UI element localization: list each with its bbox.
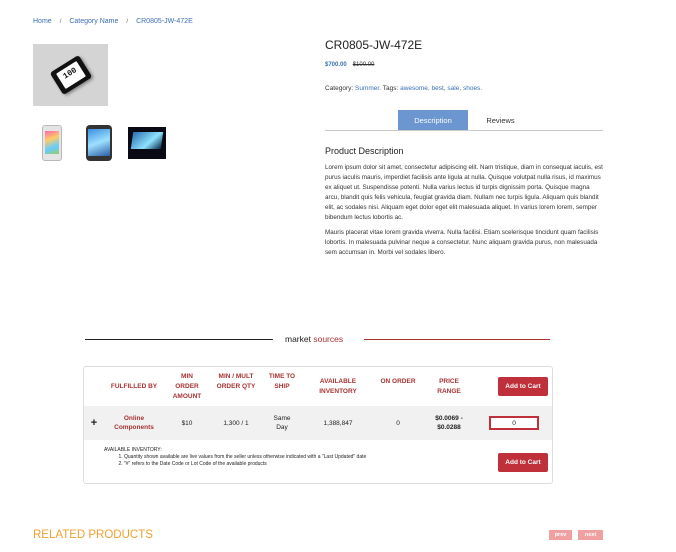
divider — [85, 339, 273, 340]
cell-price-range: $0.0069 - $0.0288 — [435, 415, 463, 431]
next-button[interactable]: next — [578, 530, 603, 540]
product-thumbnail-3[interactable] — [128, 124, 166, 162]
header-min-mult: MIN / MULT ORDER QTY — [216, 373, 256, 390]
tag-link[interactable]: best, — [432, 85, 446, 92]
phone-black-image — [86, 125, 112, 161]
category-link[interactable]: Summer. — [355, 85, 381, 92]
product-meta: Category: Summer. Tags: awesome, best, s… — [325, 85, 482, 92]
cell-fulfilled-by[interactable]: Online Components — [104, 406, 164, 440]
breadcrumb: Home / Category Name / CR0805-JW-472E — [33, 18, 193, 25]
header-fulfilled-by: FULFILLED BY — [110, 383, 158, 390]
heading-part: market — [285, 334, 314, 344]
product-main-image[interactable]: 100 — [33, 44, 108, 106]
tag-link[interactable]: shoes. — [463, 85, 482, 92]
breadcrumb-category-link[interactable]: Category Name — [69, 18, 118, 25]
tag-link[interactable]: awesome, — [400, 85, 430, 92]
quantity-input[interactable] — [489, 416, 539, 430]
expand-row-icon[interactable]: + — [87, 406, 101, 440]
laptop-image — [128, 127, 166, 159]
market-sources-heading: market sources — [285, 334, 343, 344]
header-available: AVAILABLE INVENTORY — [319, 378, 357, 395]
tags-label: Tags: — [382, 85, 399, 92]
price-current: $700.00 — [325, 62, 347, 68]
cell-min-mult: 1,300 / 1 — [223, 419, 249, 427]
note-item: Quantity shown available are live values… — [124, 454, 384, 461]
description-paragraph: Lorem ipsum dolor sit amet, consectetur … — [325, 164, 603, 221]
header-time-to-ship: TIME TO SHIP — [268, 373, 296, 390]
phone-white-image — [42, 125, 62, 161]
table-row: + Online Components $10 1,300 / 1 Same D… — [84, 406, 552, 440]
breadcrumb-separator: / — [59, 19, 62, 25]
cell-on-order: 0 — [396, 419, 400, 427]
price-old: $100.00 — [352, 62, 375, 68]
breadcrumb-separator: / — [126, 19, 129, 25]
cell-available: 1,388,847 — [323, 419, 353, 427]
tab-description[interactable]: Description — [398, 110, 468, 130]
product-tabs: Description Reviews — [325, 110, 603, 131]
tab-reviews[interactable]: Reviews — [468, 110, 533, 130]
cell-time-to-ship: Same Day — [273, 415, 291, 431]
notes-title: AVAILABLE INVENTORY: — [104, 447, 162, 453]
resistor-chip-image: 100 — [49, 54, 92, 96]
add-to-cart-button[interactable]: Add to Cart — [498, 453, 548, 472]
breadcrumb-current-link[interactable]: CR0805-JW-472E — [136, 18, 193, 25]
tag-link[interactable]: sale, — [447, 85, 461, 92]
note-item: "#" refers to the Date Code or Lot Code … — [124, 461, 384, 468]
description-paragraph: Mauris placerat vitae lorem gravida vive… — [325, 229, 599, 256]
market-sources-table: FULFILLED BY MIN ORDER AMOUNT MIN / MULT… — [83, 366, 553, 484]
product-price: $700.00 $100.00 — [325, 62, 374, 68]
description-heading: Product Description — [325, 146, 404, 156]
chip-marking: 100 — [61, 66, 79, 82]
prev-button[interactable]: prev — [549, 530, 572, 540]
add-to-cart-button[interactable]: Add to Cart — [498, 377, 548, 396]
breadcrumb-home-link[interactable]: Home — [33, 18, 52, 25]
divider — [364, 339, 550, 340]
header-min-order: MIN ORDER AMOUNT — [172, 373, 202, 400]
notes-list: Quantity shown available are live values… — [124, 454, 384, 468]
category-label: Category: — [325, 85, 354, 92]
inventory-notes: AVAILABLE INVENTORY: Quantity shown avai… — [104, 447, 384, 468]
cell-min-order: $10 — [181, 419, 193, 427]
product-thumbnail-2[interactable] — [80, 124, 118, 162]
related-products-heading: RELATED PRODUCTS — [33, 529, 153, 541]
header-price-range: PRICE RANGE — [437, 378, 461, 395]
product-thumbnail-1[interactable] — [33, 124, 71, 162]
header-on-order: ON ORDER — [380, 378, 416, 385]
heading-part: sources — [313, 334, 344, 344]
product-title: CR0805-JW-472E — [325, 38, 423, 52]
